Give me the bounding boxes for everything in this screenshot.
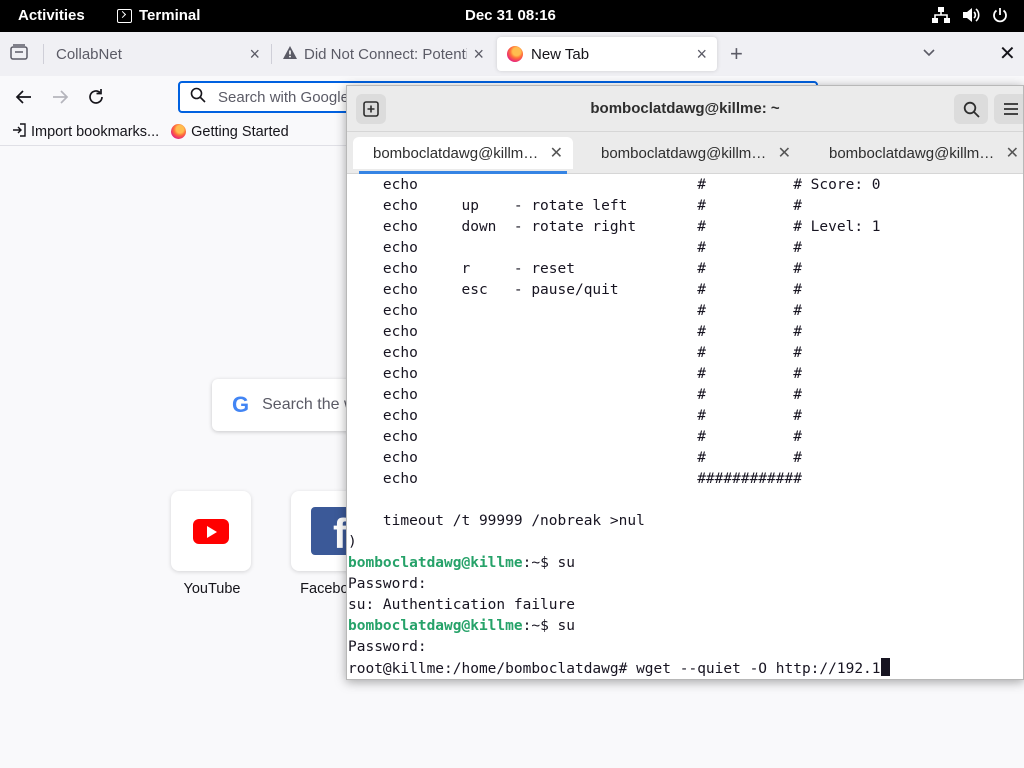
top-site-tile[interactable] bbox=[171, 491, 251, 571]
bookmark-label: Getting Started bbox=[191, 123, 289, 140]
terminal-tab-1[interactable]: bomboclatdawg@killme: ~ ✕ bbox=[353, 137, 573, 174]
volume-icon[interactable] bbox=[962, 7, 980, 23]
clock[interactable]: Dec 31 08:16 bbox=[465, 7, 556, 24]
prompt-line: bomboclatdawg@killme:~$ su bbox=[347, 553, 1023, 574]
terminal-line: su: Authentication failure bbox=[348, 597, 575, 613]
terminal-line: Password: bbox=[348, 639, 427, 655]
prompt-user: bomboclatdawg@killme bbox=[348, 555, 523, 571]
close-tab-icon[interactable]: ✕ bbox=[550, 143, 563, 163]
close-tab-icon[interactable]: × bbox=[473, 44, 484, 65]
current-command-line[interactable]: root@killme:/home/bomboclatdawg# wget --… bbox=[347, 658, 1023, 679]
system-tray[interactable] bbox=[932, 7, 1008, 23]
terminal-line: echo down - rotate right # # Level: 1 bbox=[348, 219, 881, 235]
power-icon[interactable] bbox=[992, 7, 1008, 23]
terminal-tab-3[interactable]: bomboclatdawg@killme: ~ ✕ bbox=[809, 137, 1023, 169]
terminal-line: timeout /t 99999 /nobreak >nul bbox=[348, 513, 645, 529]
bookmark-import[interactable]: Import bookmarks... bbox=[12, 122, 160, 141]
app-menu-label: Terminal bbox=[139, 7, 201, 24]
terminal-tab-label: bomboclatdawg@killme: ~ bbox=[829, 144, 998, 162]
close-tab-icon[interactable]: × bbox=[696, 44, 707, 65]
terminal-window[interactable]: bomboclatdawg@killme: ~ bomboclatdawg@ki… bbox=[346, 85, 1024, 680]
google-icon: G bbox=[232, 392, 250, 417]
tab-strip: CollabNet × Did Not Connect: Potentia × … bbox=[0, 32, 1024, 76]
terminal-line: echo up - rotate left # # bbox=[348, 198, 802, 214]
bookmark-label: Import bookmarks... bbox=[31, 123, 160, 140]
close-tab-icon[interactable]: ✕ bbox=[1006, 143, 1019, 163]
terminal-line: echo # # bbox=[348, 450, 802, 466]
search-icon bbox=[190, 87, 206, 107]
activities-button[interactable]: Activities bbox=[18, 7, 85, 24]
root-command: root@killme:/home/bomboclatdawg# wget --… bbox=[348, 661, 881, 677]
terminal-line: echo # # bbox=[348, 366, 802, 382]
tab-did-not-connect[interactable]: Did Not Connect: Potentia × bbox=[272, 37, 494, 71]
terminal-line: Password: bbox=[348, 576, 427, 592]
close-tab-icon[interactable]: ✕ bbox=[778, 143, 791, 163]
terminal-line: echo # # Score: 0 bbox=[348, 177, 881, 193]
terminal-line: ) bbox=[348, 534, 357, 550]
reload-icon[interactable] bbox=[84, 85, 108, 109]
terminal-tab-label: bomboclatdawg@killme: ~ bbox=[373, 144, 542, 162]
terminal-line: echo # # bbox=[348, 303, 802, 319]
firefox-icon bbox=[507, 46, 523, 62]
terminal-app-icon bbox=[117, 8, 132, 23]
new-tab-plus-icon[interactable]: + bbox=[730, 41, 743, 67]
terminal-tab-2[interactable]: bomboclatdawg@killme: ~ ✕ bbox=[581, 137, 801, 169]
tab-label: CollabNet bbox=[56, 45, 122, 63]
chevron-down-icon[interactable] bbox=[921, 44, 937, 64]
tab-label: Did Not Connect: Potentia bbox=[304, 45, 468, 63]
bookmark-getting-started[interactable]: Getting Started bbox=[171, 124, 289, 140]
firefox-icon bbox=[171, 124, 187, 139]
terminal-line: echo # # bbox=[348, 429, 802, 445]
prompt-command: :~$ su bbox=[522, 618, 575, 634]
back-arrow-icon[interactable] bbox=[12, 85, 36, 109]
network-icon[interactable] bbox=[932, 7, 950, 23]
top-site-label: YouTube bbox=[183, 581, 241, 597]
prompt-user: bomboclatdawg@killme bbox=[348, 618, 523, 634]
terminal-line: echo # # bbox=[348, 345, 802, 361]
terminal-line: echo # # bbox=[348, 324, 802, 340]
tab-separator bbox=[43, 44, 44, 64]
youtube-icon bbox=[193, 518, 229, 544]
terminal-line: echo # # bbox=[348, 408, 802, 424]
hamburger-menu-icon[interactable] bbox=[994, 94, 1023, 124]
tab-new-tab[interactable]: New Tab × bbox=[497, 37, 717, 71]
terminal-tab-bar: bomboclatdawg@killme: ~ ✕ bomboclatdawg@… bbox=[347, 132, 1023, 174]
terminal-search-icon[interactable] bbox=[954, 94, 988, 124]
terminal-line: echo esc - pause/quit # # bbox=[348, 282, 802, 298]
terminal-line: echo # # bbox=[348, 240, 802, 256]
terminal-header-bar[interactable]: bomboclatdawg@killme: ~ bbox=[347, 86, 1023, 132]
facebook-icon: f bbox=[311, 507, 351, 555]
warning-icon bbox=[282, 45, 298, 64]
import-icon bbox=[12, 122, 26, 141]
close-tab-icon[interactable]: × bbox=[249, 44, 260, 65]
terminal-line: echo r - reset # # bbox=[348, 261, 802, 277]
terminal-output[interactable]: echo # # Score: 0 echo up - rotate left … bbox=[347, 175, 1023, 679]
terminal-line: echo ############ bbox=[348, 471, 802, 487]
top-bar: Activities Terminal Dec 31 08:16 bbox=[0, 0, 1024, 32]
app-menu[interactable]: Terminal bbox=[117, 7, 200, 24]
terminal-line: echo # # bbox=[348, 387, 802, 403]
text-cursor bbox=[880, 658, 890, 676]
prompt-command: :~$ su bbox=[522, 555, 575, 571]
prompt-line: bomboclatdawg@killme:~$ su bbox=[347, 616, 1023, 637]
list-all-tabs-icon[interactable] bbox=[10, 44, 28, 64]
forward-arrow-icon[interactable] bbox=[48, 85, 72, 109]
top-site-youtube[interactable]: YouTube bbox=[171, 491, 253, 597]
terminal-title: bomboclatdawg@killme: ~ bbox=[590, 100, 780, 117]
close-window-icon[interactable]: ✕ bbox=[999, 41, 1016, 66]
terminal-tab-label: bomboclatdawg@killme: ~ bbox=[601, 144, 770, 162]
tab-label: New Tab bbox=[531, 45, 590, 63]
tab-collabnet[interactable]: CollabNet × bbox=[46, 37, 270, 71]
